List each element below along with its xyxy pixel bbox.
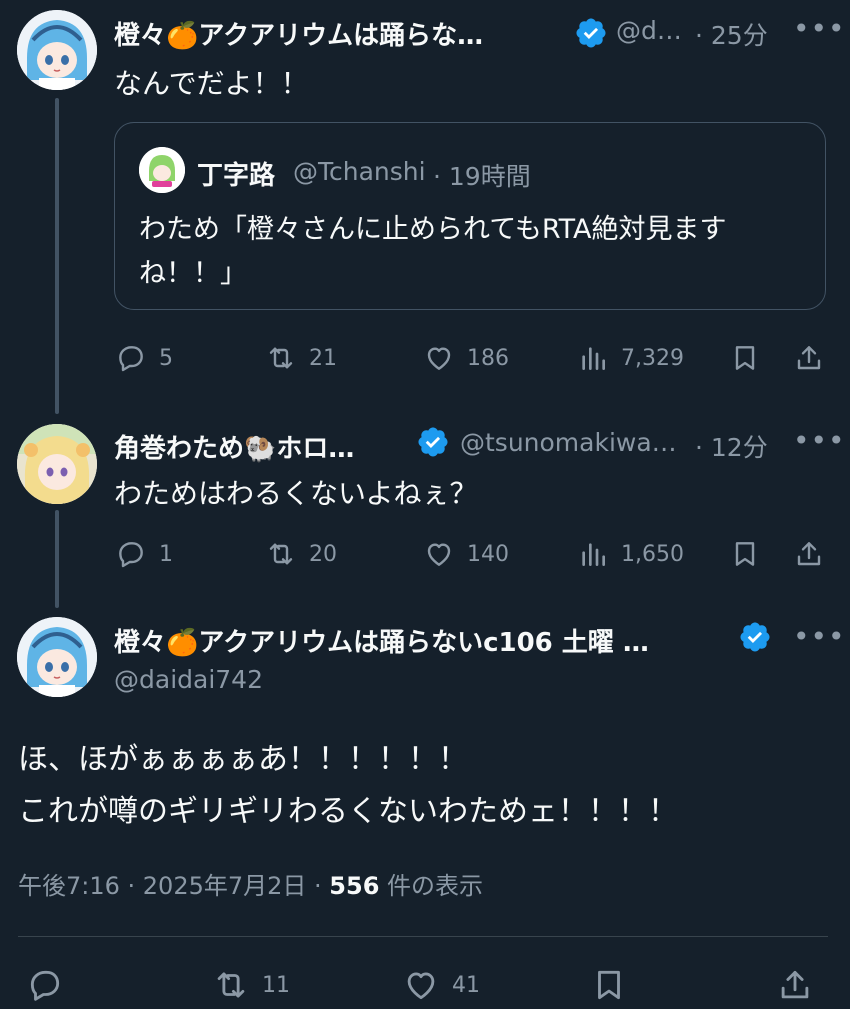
view-count: 556	[329, 872, 380, 900]
main-tweet-text-line1: ほ、ほがぁぁぁぁあ！！！！！！	[18, 742, 468, 777]
quote-text-line2: ね！！」	[139, 258, 247, 289]
like-icon	[427, 543, 451, 566]
tweet-meta: 午後7:16 · 2025年7月2日 · 556 件の表示	[18, 866, 483, 901]
thread-line	[55, 98, 59, 414]
retweet-icon	[217, 972, 245, 998]
like-button[interactable]: 186	[423, 338, 509, 378]
share-button[interactable]	[776, 964, 814, 1006]
share-icon	[797, 346, 821, 370]
bookmark-button[interactable]	[729, 534, 761, 574]
retweet-button[interactable]: 21	[265, 338, 337, 378]
bookmark-button[interactable]	[729, 338, 761, 378]
retweet-count: 11	[262, 972, 290, 998]
tweet-text: わためはわるくないよねぇ？	[114, 477, 478, 510]
like-count: 41	[452, 972, 480, 998]
main-tweet-text-line2: これが噂のギリギリわるくないわためェ！！！！	[18, 794, 678, 829]
main-tweet-actions: 11 41	[18, 964, 828, 1006]
avatar-tsunomaki[interactable]	[17, 424, 97, 504]
views-button[interactable]: 7,329	[577, 338, 684, 378]
reply-icon	[119, 346, 143, 372]
views-count: 1,650	[621, 541, 684, 567]
share-button[interactable]	[793, 534, 825, 574]
quote-author-handle[interactable]: @Tchanshi	[293, 157, 426, 186]
reply-icon	[30, 970, 60, 1001]
author-name[interactable]: 角巻わため🐏ホロ…	[114, 428, 354, 465]
more-icon[interactable]: •••	[793, 620, 846, 653]
retweet-icon	[269, 347, 293, 369]
share-icon	[781, 970, 809, 999]
like-button[interactable]: 140	[423, 534, 509, 574]
bookmark-icon	[598, 970, 620, 1000]
views-count: 7,329	[621, 345, 684, 371]
quote-time[interactable]: · 19時間	[433, 157, 531, 193]
author-handle[interactable]: @d…	[616, 16, 682, 45]
retweet-count: 21	[309, 345, 337, 371]
tweet-text: なんでだよ！！	[114, 67, 309, 100]
divider	[18, 936, 828, 937]
avatar-daidai-image	[17, 10, 97, 90]
retweet-button[interactable]: 11	[212, 964, 290, 1006]
quote-tweet[interactable]: 丁字路 @Tchanshi · 19時間 わため「橙々さんに止められてもRTA絶…	[114, 122, 826, 310]
quote-avatar[interactable]	[139, 147, 185, 193]
view-label: 件の表示	[379, 872, 484, 900]
reply-icon	[119, 542, 143, 568]
tweet-time[interactable]: · 25分	[695, 16, 768, 52]
tweet-time[interactable]: · 12分	[695, 428, 768, 464]
more-icon[interactable]: •••	[793, 424, 846, 457]
thread-line	[55, 510, 59, 608]
verified-badge-icon	[576, 18, 606, 48]
more-icon[interactable]: •••	[793, 12, 846, 45]
retweet-count: 20	[309, 541, 337, 567]
reply-button[interactable]: 5	[115, 338, 173, 378]
avatar-daidai[interactable]	[17, 10, 97, 90]
tweet-actions: 5 21 186 7,329	[115, 338, 827, 378]
share-icon	[797, 542, 821, 566]
bookmark-button[interactable]	[590, 964, 628, 1006]
avatar-daidai-image	[17, 617, 97, 697]
views-icon	[582, 543, 605, 566]
like-count: 140	[467, 541, 509, 567]
reply-button[interactable]: 1	[115, 534, 173, 574]
like-icon	[427, 347, 451, 370]
author-name[interactable]: 橙々🍊アクアリウムは踊らな…	[114, 15, 483, 52]
avatar-tsunomaki-image	[17, 424, 97, 504]
share-button[interactable]	[793, 338, 825, 378]
like-count: 186	[467, 345, 509, 371]
verified-badge-icon	[418, 427, 448, 457]
quote-author-name[interactable]: 丁字路	[197, 155, 275, 192]
avatar-daidai[interactable]	[17, 617, 97, 697]
views-button[interactable]: 1,650	[577, 534, 684, 574]
bookmark-icon	[735, 346, 755, 370]
reply-button[interactable]	[26, 964, 64, 1006]
reply-count: 1	[159, 541, 173, 567]
bookmark-icon	[735, 542, 755, 566]
author-handle[interactable]: @tsunomakiwa…	[460, 428, 677, 457]
tweet-timestamp[interactable]: 午後7:16 · 2025年7月2日 ·	[18, 872, 329, 900]
author-handle[interactable]: @daidai742	[114, 665, 263, 694]
quote-avatar-image	[139, 147, 185, 193]
like-button[interactable]: 41	[402, 964, 480, 1006]
retweet-icon	[269, 543, 293, 565]
tweet-actions: 1 20 140 1,650	[115, 534, 827, 574]
reply-count: 5	[159, 345, 173, 371]
retweet-button[interactable]: 20	[265, 534, 337, 574]
verified-badge-icon	[740, 622, 770, 652]
views-icon	[582, 347, 605, 370]
quote-text-line1: わため「橙々さんに止められてもRTA絶対見ます	[139, 214, 727, 245]
like-icon	[407, 972, 435, 1000]
author-name[interactable]: 橙々🍊アクアリウムは踊らないc106 土曜 …	[114, 622, 649, 659]
